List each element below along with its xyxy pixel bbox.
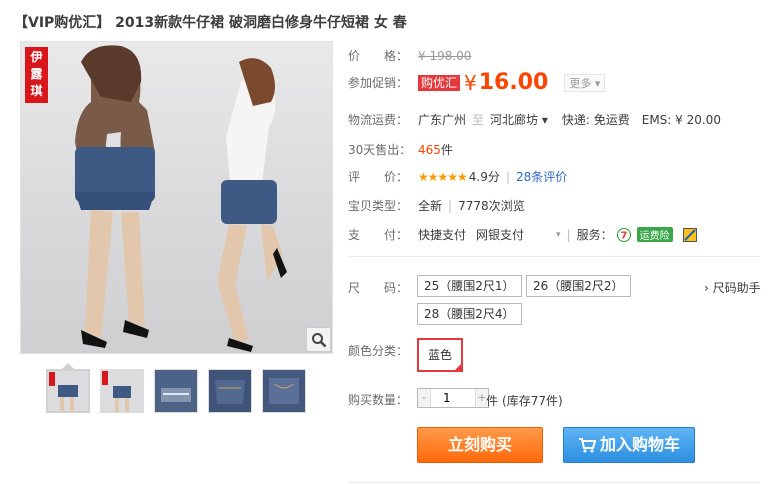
promo-row: 参加促销： 购优汇 ¥ 16.00 更多 ▾	[348, 70, 606, 95]
add-to-cart-label: 加入购物车	[599, 435, 680, 454]
thumbnail-strip	[46, 369, 316, 413]
bottom-divider	[348, 482, 760, 483]
selected-check-icon	[453, 362, 463, 372]
payment-dropdown-icon[interactable]: ▾	[556, 230, 561, 240]
sales-label: 30天售出：	[348, 143, 412, 157]
product-photo	[75, 45, 287, 352]
product-title: 【VIP购优汇】 2013新款牛仔裙 破洞磨白修身牛仔短裙 女 春	[14, 15, 407, 31]
quantity-row: 购买数量：	[348, 391, 418, 408]
size-label: 尺 码：	[348, 281, 409, 295]
original-price: ¥ 198.00	[418, 48, 472, 63]
sales-count: 465	[418, 142, 441, 157]
payment-row: 支 付： 快捷支付 网银支付 ▾ | 服务： 7 运费险	[348, 226, 697, 243]
rating-row: 评 价： ★★★★★ 4.9分 | 28条评价	[348, 168, 567, 185]
quantity-stepper: - +	[417, 388, 489, 408]
thumbnail-1[interactable]	[46, 369, 90, 413]
condition-label: 宝贝类型：	[348, 199, 409, 213]
service-label: 服务：	[576, 228, 613, 242]
credit-card-icon	[682, 227, 697, 242]
quantity-input[interactable]	[430, 389, 476, 407]
seven-day-return-icon: 7	[616, 227, 631, 242]
price-row: 价 格： ¥ 198.00	[348, 47, 471, 64]
size-option-28[interactable]: 28（腰围2尺4）	[417, 303, 522, 325]
brand-seal-logo: 伊 露 琪	[25, 47, 48, 103]
payment-label: 支 付：	[348, 228, 409, 242]
main-product-image[interactable]: 伊 露 琪	[20, 41, 333, 354]
view-count: 7778次浏览	[458, 199, 525, 213]
ems-fee: EMS: ¥ 20.00	[641, 112, 721, 127]
zoom-icon[interactable]	[306, 327, 331, 352]
color-option-label: 蓝色	[427, 348, 452, 362]
thumbnail-5[interactable]	[262, 369, 306, 413]
rating-stars-icon: ★★★★★	[418, 169, 468, 184]
quantity-decrease-button[interactable]: -	[418, 389, 430, 407]
reviews-link[interactable]: 28条评价	[516, 168, 567, 185]
currency-symbol: ¥	[464, 70, 477, 95]
condition-value: 全新	[418, 199, 443, 213]
rating-separator: |	[505, 169, 510, 184]
payment-separator: |	[566, 227, 571, 242]
size-option-26[interactable]: 26（腰围2尺2）	[526, 275, 631, 297]
express-fee: 快递: 免运费	[561, 113, 630, 127]
ship-separator: 至	[472, 113, 485, 127]
size-row: 尺 码：	[348, 279, 418, 296]
shipping-label: 物流运费：	[348, 113, 409, 127]
promo-price: 16.00	[478, 70, 549, 95]
promo-tag: 购优汇	[418, 74, 461, 91]
quantity-unit: 件	[486, 394, 499, 408]
shipping-row: 物流运费： 广东广州 至 河北廊坊 ▾ 快递: 免运费 EMS: ¥ 20.00	[348, 111, 721, 128]
shipping-insurance-badge: 运费险	[636, 227, 673, 242]
sales-row: 30天售出： 465 件	[348, 141, 453, 158]
rating-label: 评 价：	[348, 170, 409, 184]
thumbnail-4[interactable]	[208, 369, 252, 413]
more-promos-button[interactable]: 更多 ▾	[564, 73, 606, 92]
payment-method-bank: 网银支付	[476, 228, 525, 242]
sales-unit: 件	[440, 143, 453, 157]
size-option-25[interactable]: 25（腰围2尺1）	[417, 275, 522, 297]
svg-text:7: 7	[620, 230, 627, 241]
promo-label: 参加促销：	[348, 76, 409, 90]
thumbnail-3[interactable]	[154, 369, 198, 413]
condition-separator: |	[448, 198, 453, 213]
cart-icon	[578, 438, 596, 453]
color-label: 颜色分类：	[348, 344, 409, 358]
stock-info: 件 (库存77件)	[486, 392, 563, 409]
price-label: 价 格：	[348, 49, 409, 63]
buy-now-button[interactable]: 立刻购买	[417, 427, 543, 463]
payment-method-quick: 快捷支付	[418, 228, 467, 242]
condition-row: 宝贝类型： 全新 | 7778次浏览	[348, 197, 525, 214]
quantity-label: 购买数量：	[348, 393, 409, 407]
color-option-blue[interactable]: 蓝色	[417, 338, 463, 372]
add-to-cart-button[interactable]: 加入购物车	[563, 427, 695, 463]
color-row: 颜色分类：	[348, 342, 418, 359]
thumbnail-2[interactable]	[100, 369, 144, 413]
section-divider	[348, 256, 760, 257]
size-helper-label[interactable]: › 尺码助手	[704, 279, 761, 296]
rating-score: 4.9分	[468, 170, 500, 184]
size-helper-link[interactable]: › 尺码助手	[704, 279, 761, 296]
ship-from: 广东广州	[418, 113, 467, 127]
stock-count: (库存77件)	[502, 394, 563, 408]
ship-to-dropdown[interactable]: 河北廊坊 ▾	[490, 111, 548, 128]
